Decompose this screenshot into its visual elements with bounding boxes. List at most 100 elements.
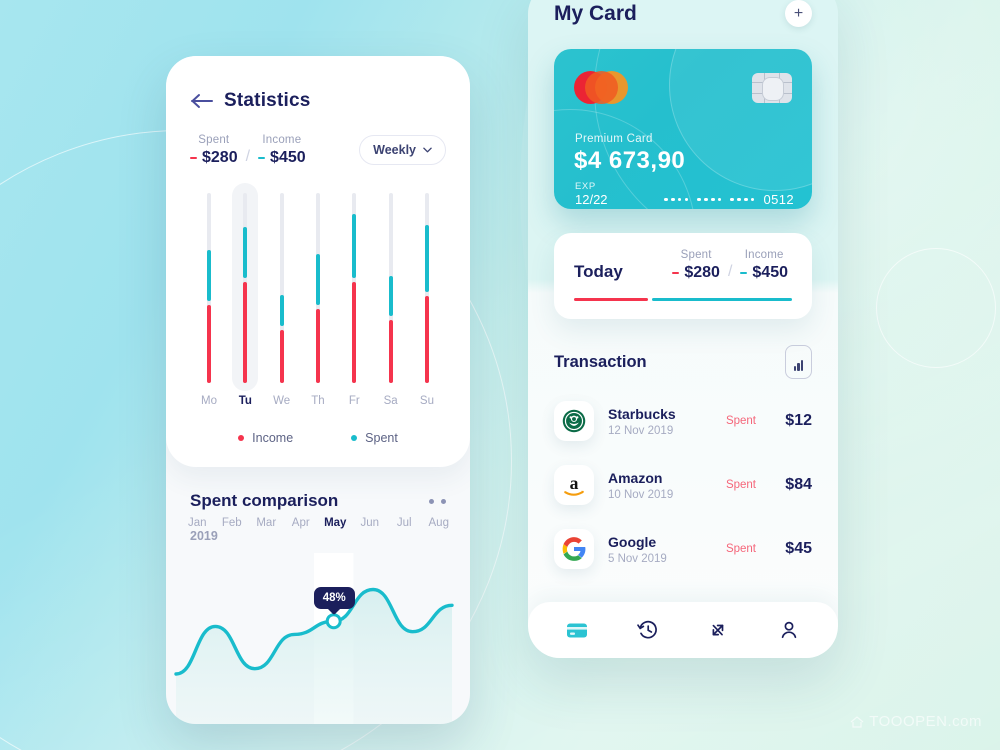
transaction-row[interactable]: Starbucks 12 Nov 2019 Spent $12 xyxy=(554,389,812,453)
bar-track xyxy=(243,193,248,383)
bar-column[interactable] xyxy=(341,193,367,383)
statistics-phone-panel: Statistics Spent $280 / Income $450 Week… xyxy=(166,56,470,724)
today-row: Today Spent $280 / Income $450 xyxy=(574,249,792,282)
bar-column[interactable] xyxy=(378,193,404,383)
month-label: Jul xyxy=(396,517,412,529)
card-type-label: Premium Card xyxy=(575,133,653,145)
my-card-header: My Card + xyxy=(528,0,838,27)
month-label: Aug xyxy=(428,517,449,529)
today-spent-value: $280 xyxy=(684,264,720,281)
google-logo xyxy=(554,529,594,570)
bar-segment-spent xyxy=(279,295,284,326)
bar-column[interactable] xyxy=(196,193,222,383)
more-dots-icon[interactable] xyxy=(429,498,446,504)
today-spent-dash-icon xyxy=(672,271,680,275)
transaction-date: 12 Nov 2019 xyxy=(608,424,674,437)
transaction-name: Google xyxy=(608,533,657,550)
today-income-value-row: $450 xyxy=(740,264,788,282)
transaction-info: Starbucks 12 Nov 2019 xyxy=(608,406,676,437)
legend-dot-income-icon xyxy=(238,435,245,441)
spent-comparison-header: Spent comparison xyxy=(190,491,446,511)
month-label: Jun xyxy=(360,517,380,529)
bar-axis-label: Mo xyxy=(201,395,217,407)
legend-label-spent: Spent xyxy=(365,431,398,445)
today-income-value: $450 xyxy=(752,264,788,281)
weekly-bar-chart xyxy=(190,183,446,391)
bar-column[interactable] xyxy=(414,193,440,383)
spent-comparison-title: Spent comparison xyxy=(190,491,339,510)
transaction-amount: $12 xyxy=(785,412,812,430)
spent-metric: Spent $280 xyxy=(190,134,238,167)
page-title: Statistics xyxy=(224,90,311,111)
transaction-row[interactable]: a Amazon 10 Nov 2019 Spent $84 xyxy=(554,453,812,517)
bar-track xyxy=(424,193,429,383)
watermark: TOOOPEN.com xyxy=(850,713,982,730)
transaction-amount: $45 xyxy=(785,540,812,558)
bar-axis-label: Th xyxy=(311,395,325,407)
chart-legend: Income Spent xyxy=(190,431,446,445)
nav-user-profile-icon[interactable] xyxy=(776,617,802,643)
legend-dot-spent-icon xyxy=(351,435,358,441)
nav-history-clock-icon[interactable] xyxy=(635,617,661,643)
amazon-logo: a xyxy=(554,465,594,506)
income-label: Income xyxy=(262,134,302,146)
nav-transfer-arrows-icon[interactable] xyxy=(705,617,731,643)
card-balance: $4 673,90 xyxy=(574,147,686,174)
add-card-button[interactable]: + xyxy=(785,0,812,27)
chart-tooltip: 48% xyxy=(313,587,355,610)
spent-comparison-chart: 48% xyxy=(166,553,470,724)
income-metric: Income $450 xyxy=(258,134,306,167)
transactions-list: Starbucks 12 Nov 2019 Spent $12 a Amazon 10 No… xyxy=(554,389,812,581)
bar-segment-spent xyxy=(388,276,393,317)
today-spent-value-row: $280 xyxy=(672,264,720,282)
bar-track xyxy=(352,193,357,383)
chevron-down-icon xyxy=(423,147,432,153)
income-value-row: $450 xyxy=(258,149,306,167)
transaction-row[interactable]: Google 5 Nov 2019 Spent $45 xyxy=(554,517,812,581)
today-metrics: Spent $280 / Income $450 xyxy=(672,249,792,282)
legend-label-income: Income xyxy=(252,431,294,445)
bar-column[interactable] xyxy=(305,193,331,383)
comparison-year: 2019 xyxy=(190,529,218,543)
today-progress-bar xyxy=(574,298,792,302)
legend-item-spent: Spent xyxy=(351,431,398,445)
transaction-name: Amazon xyxy=(608,469,663,486)
statistics-header: Statistics xyxy=(190,56,446,112)
transaction-kind: Spent xyxy=(725,415,756,428)
card-last4: 0512 xyxy=(763,192,794,207)
transaction-amount: $84 xyxy=(785,476,812,494)
nav-credit-card-icon[interactable] xyxy=(564,617,590,643)
month-label: Apr xyxy=(291,517,310,529)
arrow-left-icon[interactable] xyxy=(190,91,216,111)
period-filter-dropdown[interactable]: Weekly xyxy=(359,135,446,165)
card-exp-value: 12/22 xyxy=(575,192,608,207)
month-label: Jan xyxy=(187,517,207,529)
spent-dash-icon xyxy=(190,156,197,160)
bar-track xyxy=(315,193,320,383)
transactions-header: Transaction xyxy=(554,345,812,380)
period-filter-label: Weekly xyxy=(373,143,416,157)
statistics-card: Statistics Spent $280 / Income $450 Week… xyxy=(166,56,470,467)
bar-axis-label: Sa xyxy=(383,395,398,407)
spent-comparison-card: Spent comparison 2019 48% Jan Feb Mar Apr Ma… xyxy=(166,467,470,724)
svg-text:a: a xyxy=(570,473,579,493)
bar-segment-income xyxy=(207,305,211,383)
my-card-phone-panel: My Card + Premium Card $4 673,90 EXP 12/… xyxy=(528,0,838,658)
transaction-kind: Spent xyxy=(725,543,756,556)
area-chart-svg xyxy=(174,553,454,724)
bar-segment-spent xyxy=(352,213,357,279)
bar-track xyxy=(279,193,284,383)
spent-value: $280 xyxy=(202,149,238,166)
bar-axis-label: Tu xyxy=(238,395,252,407)
credit-card[interactable]: Premium Card $4 673,90 EXP 12/22 0512 xyxy=(554,49,812,209)
transaction-info: Google 5 Nov 2019 xyxy=(608,534,667,565)
bar-column[interactable] xyxy=(269,193,295,383)
mastercard-icon xyxy=(574,71,628,104)
month-axis-labels: Jan Feb Mar Apr May Jun Jul Aug xyxy=(166,517,470,529)
month-label: Mar xyxy=(256,517,277,529)
today-income-label: Income xyxy=(744,249,784,261)
bar-axis-label: Fr xyxy=(348,395,360,407)
bar-column[interactable] xyxy=(232,183,259,391)
bar-chart-icon[interactable] xyxy=(785,345,812,380)
bar-track xyxy=(388,193,393,383)
